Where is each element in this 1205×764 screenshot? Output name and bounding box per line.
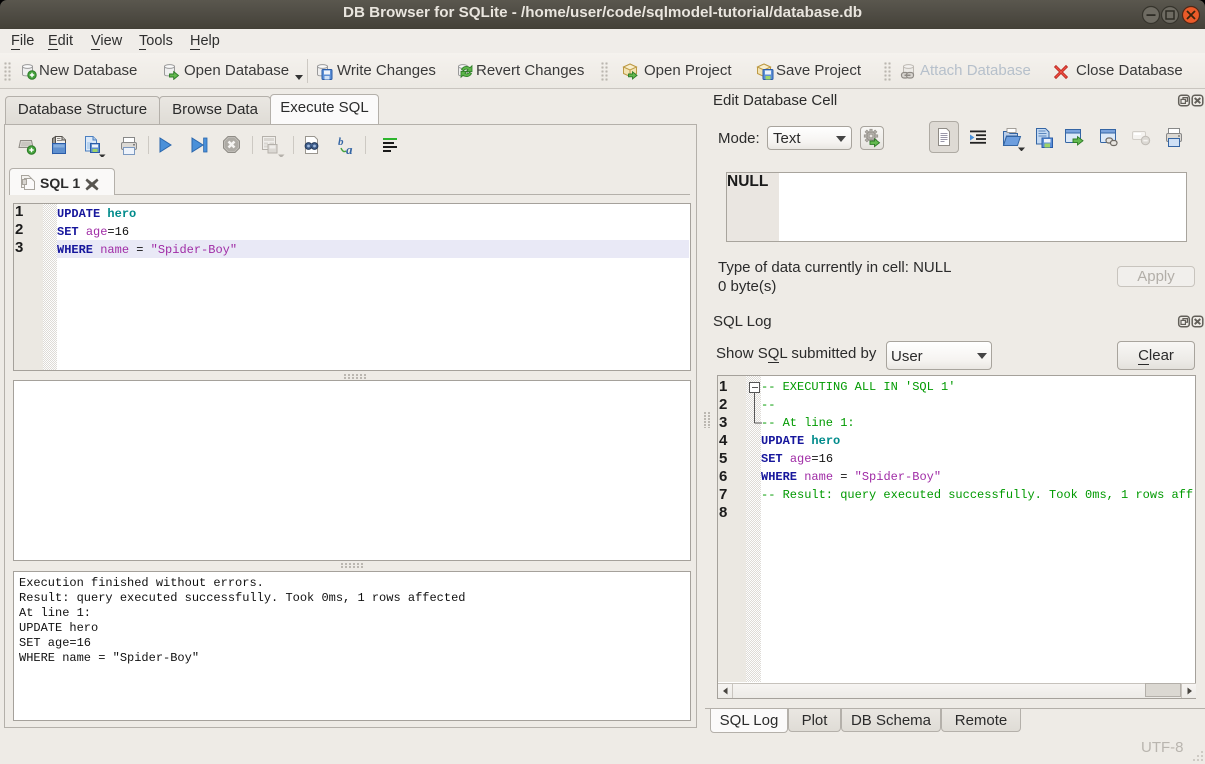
svg-text:b: b <box>338 136 344 148</box>
svg-text:a: a <box>346 142 353 157</box>
